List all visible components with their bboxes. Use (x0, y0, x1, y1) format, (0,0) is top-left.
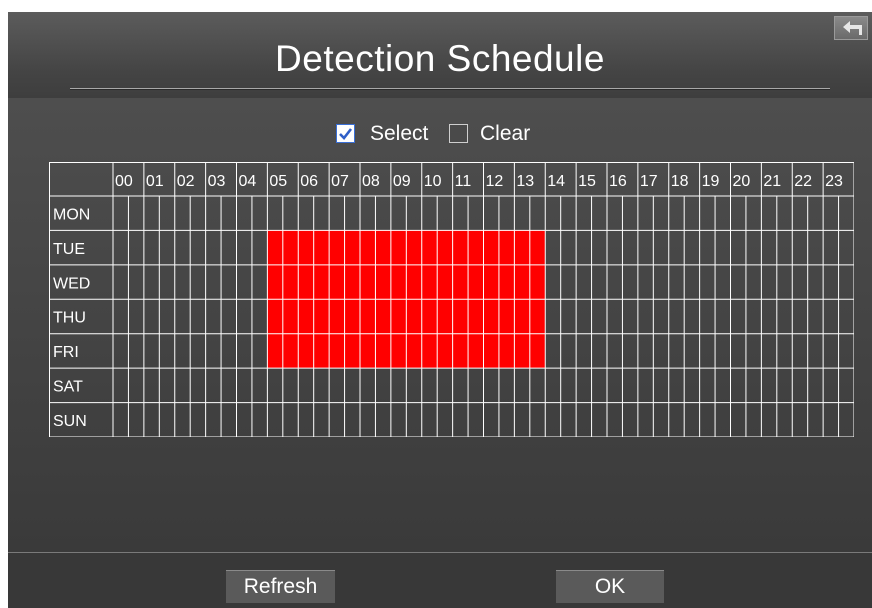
back-arrow-icon (843, 21, 862, 35)
clear-label: Clear (480, 122, 531, 145)
day-label: THU (53, 310, 86, 327)
hour-label: 09 (393, 173, 411, 190)
checkmark-icon (339, 128, 353, 140)
hour-label: 06 (300, 173, 318, 190)
select-checkbox[interactable] (336, 124, 355, 143)
ok-button[interactable]: OK (556, 570, 664, 603)
day-label: SAT (53, 379, 83, 396)
select-label: Select (370, 122, 429, 145)
schedule-grid-svg: 00 01 02 03 04 05 06 07 08 09 10 11 12 13 14 15 16 17 18 19… (49, 162, 854, 437)
detection-schedule-dialog: Detection Schedule Select Clear 00 01 02 03… (8, 12, 872, 608)
day-label: FRI (53, 344, 79, 361)
hour-label: 13 (516, 173, 534, 190)
hour-label: 15 (578, 173, 596, 190)
refresh-button[interactable]: Refresh (226, 570, 335, 603)
hour-label: 16 (609, 173, 627, 190)
hour-label: 10 (424, 173, 442, 190)
day-label: MON (53, 206, 90, 223)
dialog-header: Detection Schedule (8, 12, 872, 98)
hour-label: 12 (486, 173, 504, 190)
hour-label: 08 (362, 173, 380, 190)
hour-label: 02 (177, 173, 195, 190)
hour-label: 17 (640, 173, 658, 190)
day-label: SUN (53, 413, 87, 430)
hour-label: 18 (671, 173, 689, 190)
clear-checkbox[interactable] (449, 124, 468, 143)
hour-label: 21 (763, 173, 781, 190)
dialog-footer: Refresh OK (8, 552, 872, 608)
title-divider (70, 88, 830, 90)
hour-label: 01 (146, 173, 164, 190)
hour-label: 19 (702, 173, 720, 190)
hour-label: 03 (208, 173, 226, 190)
hour-label: 05 (269, 173, 287, 190)
schedule-grid: 00 01 02 03 04 05 06 07 08 09 10 11 12 13 14 15 16 17 18 19… (49, 162, 854, 437)
hour-label: 04 (239, 173, 257, 190)
hour-label: 14 (547, 173, 565, 190)
hour-label: 22 (794, 173, 812, 190)
back-button[interactable] (834, 16, 868, 40)
hour-label: 00 (115, 173, 133, 190)
day-label: WED (53, 275, 90, 292)
hour-label: 23 (825, 173, 843, 190)
hour-label: 11 (455, 173, 472, 190)
hour-label: 20 (733, 173, 751, 190)
page-title: Detection Schedule (275, 38, 605, 79)
hour-label: 07 (331, 173, 349, 190)
day-label: TUE (53, 241, 85, 258)
